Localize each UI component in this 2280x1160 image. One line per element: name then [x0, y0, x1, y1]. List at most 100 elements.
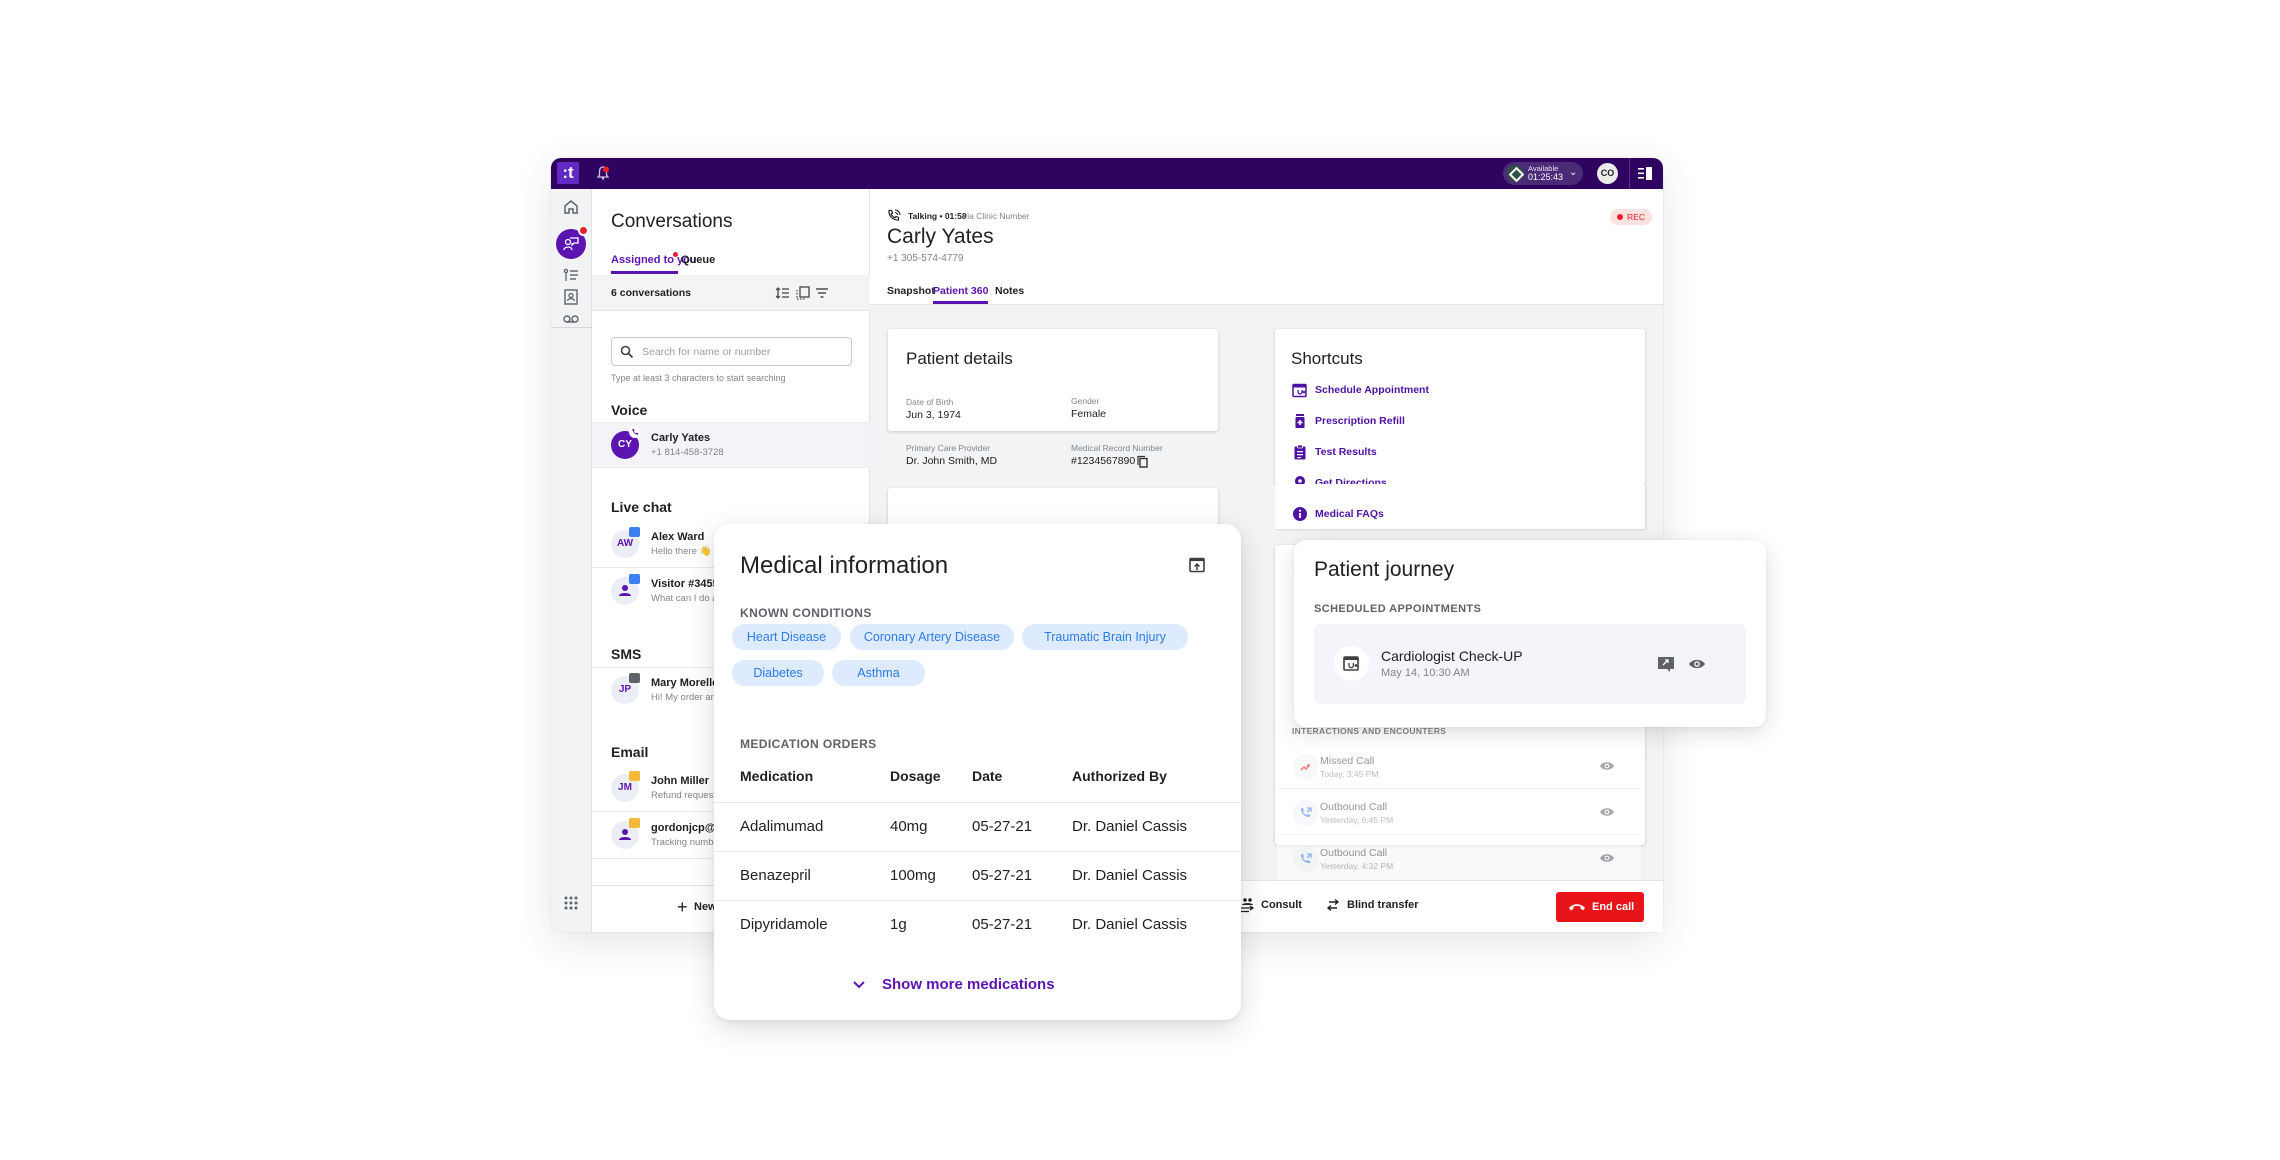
interaction-time: Today, 3:45 PM — [1320, 769, 1379, 779]
show-more-label: Show more medications — [882, 976, 1055, 993]
section-email: Email — [611, 744, 649, 760]
conversations-icon — [563, 237, 579, 251]
eye-icon[interactable] — [1599, 851, 1615, 865]
condition-chip[interactable]: Heart Disease — [732, 624, 841, 650]
authorized-by-cell: Dr. Daniel Cassis — [1072, 818, 1188, 835]
medical-information-card: Medical information KNOWN CONDITIONS Hea… — [714, 524, 1241, 1020]
end-call-button[interactable]: End call — [1556, 892, 1644, 922]
authorized-by-cell: Dr. Daniel Cassis — [1072, 867, 1188, 884]
conversation-item[interactable]: CY Carly Yates +1 814-458-3728 — [592, 422, 870, 468]
appointment-time: May 14, 10:30 AM — [1381, 667, 1470, 679]
tab-snapshot[interactable]: Snapshot — [887, 285, 935, 297]
table-row[interactable]: Dipyridamole 1g 05-27-21 Dr. Daniel Cass… — [714, 900, 1241, 949]
select-mode-icon[interactable] — [795, 285, 811, 301]
contact-sub: Hi! My order arr — [651, 692, 717, 703]
card-title: Medical information — [740, 552, 949, 579]
contact-name: Alex Ward — [651, 531, 705, 543]
tab-notes[interactable]: Notes — [995, 285, 1024, 297]
card-title: Shortcuts — [1291, 349, 1363, 368]
dosage-cell: 100mg — [890, 867, 936, 884]
eye-icon[interactable] — [1688, 656, 1706, 672]
chevron-down-icon: ⌄ — [1569, 167, 1578, 178]
plus-icon: + — [677, 897, 688, 917]
apps-grid-icon[interactable] — [561, 893, 581, 913]
card-title: Patient journey — [1314, 558, 1455, 581]
email-badge-icon — [629, 818, 640, 828]
interaction-time: Yesterday, 4:32 PM — [1320, 861, 1394, 871]
pill-bottle-icon — [1295, 414, 1305, 428]
interaction-item[interactable]: Outbound Call Yesterday, 4:32 PM — [1277, 836, 1641, 881]
filter-icon[interactable] — [814, 285, 830, 301]
appointment-title: Cardiologist Check-UP — [1381, 648, 1523, 664]
condition-chip[interactable]: Traumatic Brain Injury — [1022, 624, 1188, 650]
consult-button[interactable]: Consult — [1261, 899, 1302, 911]
conversations-toolbar: 6 conversations — [592, 275, 870, 311]
date-cell: 05-27-21 — [972, 867, 1033, 884]
eye-icon[interactable] — [1599, 805, 1615, 819]
field-value: Jun 3, 1974 — [906, 409, 961, 421]
conversation-count: 6 conversations — [611, 287, 691, 299]
blind-transfer-button[interactable]: Blind transfer — [1347, 899, 1419, 911]
column-header[interactable]: Authorized By — [1072, 768, 1167, 784]
panel-title: Conversations — [611, 211, 733, 232]
patient-journey-card: Patient journey SCHEDULED APPOINTMENTS C… — [1294, 540, 1766, 727]
contact-sub: What can I do a — [651, 593, 718, 604]
section-voice: Voice — [611, 402, 648, 418]
authorized-by-cell: Dr. Daniel Cassis — [1072, 916, 1188, 933]
copy-icon[interactable] — [1136, 455, 1148, 468]
search-input[interactable] — [642, 344, 842, 360]
medication-cell: Dipyridamole — [740, 916, 828, 933]
interaction-item[interactable]: Outbound Call Yesterday, 6:45 PM — [1277, 790, 1641, 835]
column-header[interactable]: Medication — [740, 768, 813, 784]
condition-chip[interactable]: Asthma — [832, 660, 925, 686]
table-row[interactable]: Benazepril 100mg 05-27-21 Dr. Daniel Cas… — [714, 851, 1241, 900]
voicemail-icon[interactable] — [561, 309, 581, 329]
contacts-icon[interactable] — [561, 287, 581, 307]
section-sms: SMS — [611, 646, 642, 662]
user-avatar[interactable]: CO — [1597, 163, 1618, 184]
contact-name: Visitor #3455 — [651, 578, 719, 590]
interactions-heading: INTERACTIONS AND ENCOUNTERS — [1292, 726, 1447, 736]
search-field[interactable] — [611, 337, 852, 366]
contact-name: John Miller — [651, 775, 710, 787]
appointment-item[interactable]: Cardiologist Check-UP May 14, 10:30 AM — [1314, 624, 1746, 704]
medication-cell: Adalimumad — [740, 818, 824, 835]
queue-list-icon[interactable] — [561, 266, 581, 286]
interaction-item[interactable]: Missed Call Today, 3:45 PM — [1277, 744, 1641, 789]
call-via: via Clinic Number — [963, 211, 1030, 221]
contact-sub: Tracking numbe — [651, 837, 719, 848]
call-status: Talking • 01:58 — [908, 211, 967, 221]
column-header[interactable]: Date — [972, 768, 1002, 784]
calendar-stethoscope-icon — [1334, 646, 1369, 681]
divider — [1629, 158, 1630, 189]
chat-badge-icon — [629, 527, 640, 537]
table-row[interactable]: Adalimumad 40mg 05-27-21 Dr. Daniel Cass… — [714, 802, 1241, 851]
caller-phone: +1 305-574-4779 — [887, 253, 964, 264]
contact-sub: Refund request — [651, 790, 716, 801]
field-value: Dr. John Smith, MD — [906, 455, 998, 467]
chat-badge-icon — [629, 574, 640, 584]
availability-status-dropdown[interactable]: Available 01:25:43 ⌄ — [1503, 162, 1583, 185]
tab-patient-360[interactable]: Patient 360 — [933, 285, 989, 304]
status-diamond-icon — [1507, 165, 1524, 182]
sort-icon[interactable] — [775, 285, 791, 301]
show-more-medications-button[interactable]: Show more medications — [853, 976, 1055, 993]
open-in-new-window-icon[interactable] — [1188, 556, 1206, 574]
scheduled-appointments-heading: SCHEDULED APPOINTMENTS — [1314, 603, 1482, 615]
recording-badge: REC — [1610, 209, 1652, 225]
sms-badge-icon — [629, 673, 640, 683]
notification-bell-icon[interactable] — [595, 165, 611, 181]
open-external-icon[interactable] — [1657, 656, 1675, 672]
condition-chip[interactable]: Diabetes — [732, 660, 824, 686]
condition-chip[interactable]: Coronary Artery Disease — [850, 624, 1014, 650]
shortcuts-card: Shortcuts Schedule Appointment Prescript… — [1275, 329, 1645, 490]
call-header: Talking • 01:58 via Clinic Number Carly … — [870, 189, 1663, 305]
shortcut-label: Test Results — [1315, 446, 1377, 458]
contact-name: Carly Yates — [651, 432, 711, 444]
tab-queue[interactable]: Queue — [681, 254, 715, 266]
column-header[interactable]: Dosage — [890, 768, 941, 784]
side-panel-toggle-icon[interactable] — [1638, 167, 1652, 180]
home-icon[interactable] — [561, 197, 581, 217]
eye-icon[interactable] — [1599, 759, 1615, 773]
app-logo[interactable]: :t — [557, 162, 579, 184]
